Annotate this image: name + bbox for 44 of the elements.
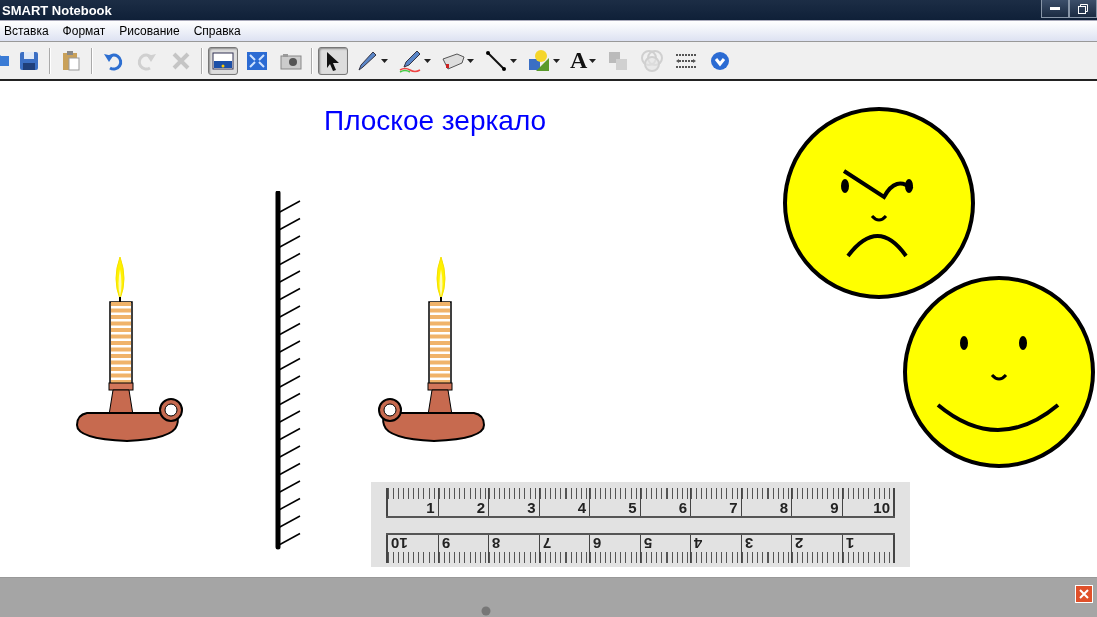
select-button[interactable] bbox=[318, 46, 348, 75]
ruler-number: 10 bbox=[873, 499, 890, 517]
resize-handle-icon[interactable] bbox=[481, 606, 491, 616]
menu-item[interactable]: Рисование bbox=[119, 24, 180, 38]
restore-icon bbox=[1078, 3, 1088, 14]
page-title: Плоское зеркало bbox=[324, 105, 547, 137]
ruler-number: 7 bbox=[542, 534, 551, 552]
smiley-drawing[interactable] bbox=[902, 275, 1096, 469]
pen-icon bbox=[398, 48, 422, 73]
ruler-number: 6 bbox=[593, 534, 602, 552]
minimize-button[interactable] bbox=[1041, 0, 1069, 18]
ruler[interactable]: 1 2 3 4 5 6 7 8 9 10 10 9 8 7 6 5 4 3 2 1 bbox=[371, 482, 910, 567]
ruler-number: 3 bbox=[527, 499, 536, 517]
minimize-icon bbox=[1050, 6, 1060, 11]
ruler-number: 2 bbox=[476, 499, 485, 517]
ruler-number: 6 bbox=[678, 499, 687, 517]
ruler-number: 8 bbox=[492, 534, 501, 552]
text-button[interactable]: A bbox=[567, 46, 600, 75]
ruler-number: 9 bbox=[441, 534, 450, 552]
menu-item[interactable]: Справка bbox=[193, 24, 241, 38]
ruler-number: 1 bbox=[426, 499, 435, 517]
close-button[interactable] bbox=[1075, 585, 1093, 603]
shapes-icon bbox=[527, 48, 551, 73]
ruler-number: 5 bbox=[643, 534, 652, 552]
ruler-number: 7 bbox=[729, 499, 738, 517]
ruler-number: 1 bbox=[845, 534, 854, 552]
line-icon bbox=[484, 48, 508, 73]
folder-icon bbox=[0, 54, 9, 67]
close-icon bbox=[1079, 589, 1089, 599]
ruler-number: 5 bbox=[628, 499, 637, 517]
ruler-number: 10 bbox=[391, 534, 408, 552]
ruler-number: 8 bbox=[779, 499, 788, 517]
screen-button[interactable] bbox=[208, 46, 238, 75]
ruler-number: 2 bbox=[795, 534, 804, 552]
menu-item[interactable]: Формат bbox=[62, 24, 106, 38]
angry-smiley-drawing[interactable] bbox=[782, 106, 976, 300]
restore-button[interactable] bbox=[1069, 0, 1097, 18]
ruler-number: 4 bbox=[694, 534, 703, 552]
ruler-number: 4 bbox=[577, 499, 586, 517]
menu-item[interactable]: Вставка bbox=[4, 24, 49, 38]
circles-icon bbox=[640, 48, 665, 73]
ruler-number: 3 bbox=[744, 534, 753, 552]
window-title: SMART Notebook bbox=[2, 2, 112, 18]
ruler-number: 9 bbox=[830, 499, 839, 517]
